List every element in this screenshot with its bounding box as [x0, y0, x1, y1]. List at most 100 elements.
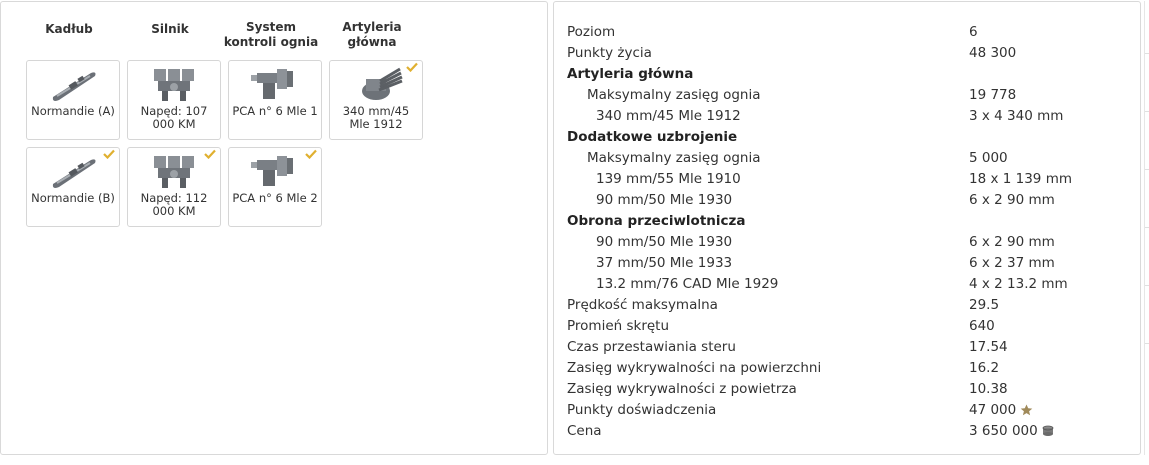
stat-value-text: 48 300 — [969, 45, 1017, 61]
stat-value-text: 18 x 1 139 mm — [969, 171, 1072, 187]
stat-value-text: 3 650 000 — [969, 423, 1038, 439]
stat-value-text: 6 x 2 90 mm — [969, 192, 1055, 208]
stats-section-header: Obrona przeciwlotnicza — [567, 211, 1127, 232]
stat-label: Artyleria główna — [567, 66, 694, 82]
module-card[interactable]: PCA n° 6 Mle 1 — [228, 60, 322, 140]
stat-label: 139 mm/55 Mle 1910 — [596, 171, 741, 187]
stat-value-text: 640 — [969, 318, 995, 334]
stat-value-text: 6 x 2 90 mm — [969, 234, 1055, 250]
stat-row: Cena 3 650 000 — [567, 421, 1127, 442]
module-label: Normandie (A) — [31, 104, 115, 118]
stat-label: Czas przestawiania steru — [567, 339, 736, 355]
stat-row: 90 mm/50 Mle 1930 6 x 2 90 mm — [567, 190, 1127, 211]
stat-row: Maksymalny zasięg ognia 5 000 — [567, 148, 1127, 169]
stat-value-text: 16.2 — [969, 360, 1000, 376]
stat-value: 5 000 — [969, 148, 1008, 169]
stat-value: 640 — [969, 316, 995, 337]
modules-panel: Kadłub Silnik System kontroli ognia Arty… — [0, 1, 548, 455]
stats-section-header: Dodatkowe uzbrojenie — [567, 127, 1127, 148]
module-label: Napęd: 112 000 KM — [140, 191, 208, 218]
module-label: PCA n° 6 Mle 1 — [232, 104, 318, 118]
stat-value: 6 x 2 90 mm — [969, 232, 1055, 253]
stat-row: Czas przestawiania steru 17.54 — [567, 337, 1127, 358]
stat-label: Poziom — [567, 24, 616, 40]
stat-value: 6 — [969, 22, 978, 43]
module-card[interactable]: Napęd: 107 000 KM — [127, 60, 221, 140]
stats-section-header: Artyleria główna — [567, 64, 1127, 85]
stat-label: Punkty życia — [567, 45, 652, 61]
stat-value-text: 5 000 — [969, 150, 1008, 166]
checkmark-icon — [204, 149, 216, 159]
module-card[interactable]: Napęd: 112 000 KM — [127, 147, 221, 227]
stat-value: 19 778 — [969, 85, 1016, 106]
stat-label: Cena — [567, 423, 602, 439]
stat-row: Maksymalny zasięg ognia 19 778 — [567, 85, 1127, 106]
stat-label: Obrona przeciwlotnicza — [567, 213, 746, 229]
stat-row: 139 mm/55 Mle 1910 18 x 1 139 mm — [567, 169, 1127, 190]
checkmark-icon — [103, 149, 115, 159]
stat-value-text: 29.5 — [969, 297, 1000, 313]
stat-value: 18 x 1 139 mm — [969, 169, 1072, 190]
stat-label: 90 mm/50 Mle 1930 — [596, 192, 733, 208]
stat-label: Zasięg wykrywalności z powietrza — [567, 381, 797, 397]
stat-row: 90 mm/50 Mle 1930 6 x 2 90 mm — [567, 232, 1127, 253]
stat-value-text: 3 x 4 340 mm — [969, 108, 1064, 124]
header-fire-control: System kontroli ognia — [223, 20, 319, 49]
stat-row: Promień skrętu 640 — [567, 316, 1127, 337]
stat-label: Maksymalny zasięg ognia — [587, 87, 761, 103]
stat-value-text: 4 x 2 13.2 mm — [969, 276, 1068, 292]
stat-value: 47 000 — [969, 400, 1033, 421]
fire-control-icon — [229, 65, 321, 103]
stat-value: 4 x 2 13.2 mm — [969, 274, 1068, 295]
stat-value-text: 19 778 — [969, 87, 1017, 103]
stats-table: Poziom 6 Punkty życia 48 300 Artyleria główn… — [567, 22, 1127, 442]
stat-label: Promień skrętu — [567, 318, 670, 334]
module-label: 340 mm/45 Mle 1912 — [342, 104, 410, 131]
stat-value: 29.5 — [969, 295, 999, 316]
module-card[interactable]: Normandie (A) — [26, 60, 120, 140]
stat-value-text: 47 000 — [969, 402, 1017, 418]
module-label: Napęd: 107 000 KM — [140, 104, 208, 131]
checkmark-icon — [305, 149, 317, 159]
module-label: PCA n° 6 Mle 2 — [232, 191, 318, 205]
stat-row: 13.2 mm/76 CAD Mle 1929 4 x 2 13.2 mm — [567, 274, 1127, 295]
stat-row: Poziom 6 — [567, 22, 1127, 43]
stats-panel: Poziom 6 Punkty życia 48 300 Artyleria główn… — [553, 1, 1141, 455]
stat-value-text: 10.38 — [969, 381, 1008, 397]
stat-row: 340 mm/45 Mle 1912 3 x 4 340 mm — [567, 106, 1127, 127]
stat-value: 6 x 2 90 mm — [969, 190, 1055, 211]
stat-row: Zasięg wykrywalności z powietrza 10.38 — [567, 379, 1127, 400]
stat-value: 3 650 000 — [969, 421, 1054, 442]
stat-value-text: 6 — [969, 24, 978, 40]
stat-label: 340 mm/45 Mle 1912 — [596, 108, 741, 124]
stat-row: Zasięg wykrywalności na powierzchni 16.2 — [567, 358, 1127, 379]
stat-value: 3 x 4 340 mm — [969, 106, 1063, 127]
hull-icon — [27, 65, 119, 103]
header-hull: Kadłub — [45, 22, 93, 36]
stat-label: Zasięg wykrywalności na powierzchni — [567, 360, 822, 376]
stat-value: 48 300 — [969, 43, 1016, 64]
module-card[interactable]: 340 mm/45 Mle 1912 — [329, 60, 423, 140]
stat-value: 16.2 — [969, 358, 999, 379]
engine-icon — [128, 65, 220, 103]
stat-row: Prędkość maksymalna 29.5 — [567, 295, 1127, 316]
stat-value-text: 6 x 2 37 mm — [969, 255, 1055, 271]
header-main-battery: Artyleria główna — [342, 20, 402, 49]
stat-value: 10.38 — [969, 379, 1008, 400]
header-engine: Silnik — [151, 22, 189, 36]
module-card[interactable]: PCA n° 6 Mle 2 — [228, 147, 322, 227]
stat-row: 37 mm/50 Mle 1933 6 x 2 37 mm — [567, 253, 1127, 274]
stat-value-text: 17.54 — [969, 339, 1008, 355]
credits-icon — [1042, 425, 1054, 436]
stat-row: Punkty doświadczenia 47 000 — [567, 400, 1127, 421]
stat-value: 6 x 2 37 mm — [969, 253, 1055, 274]
stat-label: Maksymalny zasięg ognia — [587, 150, 761, 166]
scrollbar-edge[interactable] — [1144, 1, 1149, 455]
stat-label: Prędkość maksymalna — [567, 297, 718, 313]
stat-label: 13.2 mm/76 CAD Mle 1929 — [596, 276, 779, 292]
checkmark-icon — [406, 62, 418, 72]
stat-label: Punkty doświadczenia — [567, 402, 717, 418]
module-card[interactable]: Normandie (B) — [26, 147, 120, 227]
experience-star-icon — [1020, 404, 1033, 416]
stat-label: 90 mm/50 Mle 1930 — [596, 234, 733, 250]
